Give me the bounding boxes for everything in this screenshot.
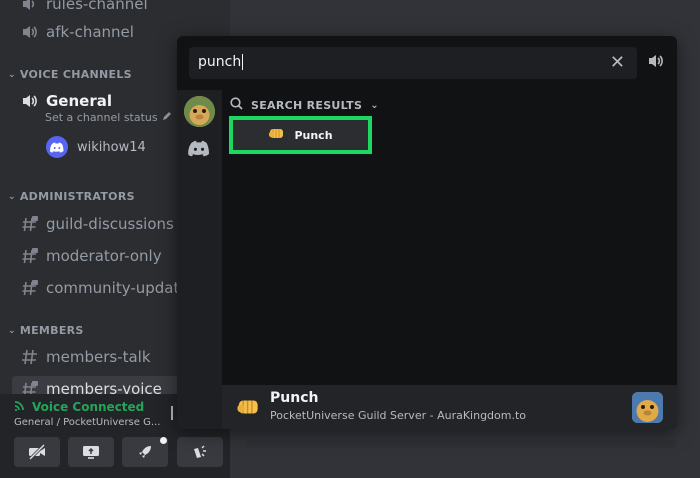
hashtag-lock-icon [20, 278, 40, 298]
channel-members-talk[interactable]: members-talk [20, 344, 151, 370]
hashtag-lock-icon [20, 246, 40, 266]
username: wikihow14 [77, 139, 146, 155]
text-caret [242, 54, 244, 70]
channel-label: rules-channel [46, 0, 148, 13]
close-icon[interactable]: ✕ [610, 53, 625, 73]
search-results-header[interactable]: SEARCH RESULTS ⌄ [230, 97, 379, 113]
camera-off-icon [28, 444, 46, 460]
search-input[interactable]: punch ✕ [189, 47, 637, 79]
discord-icon[interactable] [188, 140, 210, 161]
server-avatar[interactable] [184, 96, 215, 127]
fist-emoji-icon [268, 126, 286, 144]
hashtag-icon [20, 347, 40, 367]
channel-label: guild-discussions [46, 215, 174, 233]
discord-icon [50, 142, 64, 152]
channel-admin-1[interactable]: guild-discussions [20, 211, 174, 237]
category-members[interactable]: ⌄ MEMBERS [8, 324, 84, 337]
hashtag-lock-icon [20, 214, 40, 234]
status-label: Set a channel status [45, 111, 158, 124]
results-heading: SEARCH RESULTS [251, 98, 363, 112]
speaker-icon [20, 22, 40, 42]
channel-afk[interactable]: afk-channel [20, 19, 134, 45]
pencil-icon [162, 111, 172, 124]
channel-label: community-updates [46, 279, 197, 297]
voice-status-label: Voice Connected [32, 399, 145, 414]
chevron-down-icon: ⌄ [8, 191, 16, 202]
avatar [46, 136, 68, 158]
sound-source: PocketUniverse Guild Server - AuraKingdo… [270, 409, 527, 422]
volume-icon[interactable] [647, 52, 665, 74]
channel-rules[interactable]: rules-channel [20, 0, 148, 17]
channel-admin-2[interactable]: moderator-only [20, 243, 162, 269]
voice-location[interactable]: General / PocketUniverse G... [14, 417, 160, 428]
category-label: VOICE CHANNELS [19, 68, 132, 81]
rocket-icon [139, 446, 151, 458]
camera-off-button[interactable] [14, 437, 60, 467]
chevron-down-icon: ⌄ [370, 99, 379, 111]
soundboard-button[interactable] [177, 437, 223, 467]
channel-status[interactable]: Set a channel status [45, 111, 172, 124]
sound-title: Punch [270, 390, 319, 406]
speaker-icon [20, 91, 40, 111]
signal-icon [14, 399, 27, 414]
chevron-down-icon: ⌄ [8, 325, 16, 336]
category-voice-channels[interactable]: ⌄ VOICE CHANNELS [8, 68, 132, 81]
search-value: punch [198, 54, 242, 70]
channel-label: members-talk [46, 348, 151, 366]
chat-placeholder-line [246, 440, 676, 448]
sound-punch-button[interactable]: Punch [229, 116, 372, 154]
category-label: ADMINISTRATORS [19, 190, 135, 203]
screen-share-icon [83, 446, 99, 459]
channel-label: afk-channel [46, 23, 134, 41]
sound-preview-footer: Punch PocketUniverse Guild Server - Aura… [222, 385, 677, 429]
voice-bar-divider [171, 406, 173, 420]
notification-dot [160, 437, 167, 444]
channel-label: General [46, 92, 112, 110]
voice-user[interactable]: wikihow14 [46, 136, 146, 158]
category-label: MEMBERS [19, 324, 84, 337]
voice-connected-status[interactable]: Voice Connected [14, 399, 144, 414]
chevron-down-icon: ⌄ [8, 69, 16, 80]
search-icon [230, 97, 243, 113]
discord-window: rules-channel afk-channel ⌄ VOICE CHANNE… [0, 0, 700, 478]
screen-share-button[interactable] [68, 437, 114, 467]
sound-label: Punch [294, 128, 333, 142]
channel-label: moderator-only [46, 247, 162, 265]
server-avatar [632, 392, 663, 423]
fist-emoji-icon [236, 396, 262, 422]
soundboard-icon [194, 445, 206, 458]
soundboard-popout: punch ✕ SEARCH RESULTS ⌄ Punch Punch Poc… [177, 36, 677, 429]
category-administrators[interactable]: ⌄ ADMINISTRATORS [8, 190, 135, 203]
channel-admin-3[interactable]: community-updates [20, 275, 196, 301]
speaker-icon [20, 0, 40, 14]
